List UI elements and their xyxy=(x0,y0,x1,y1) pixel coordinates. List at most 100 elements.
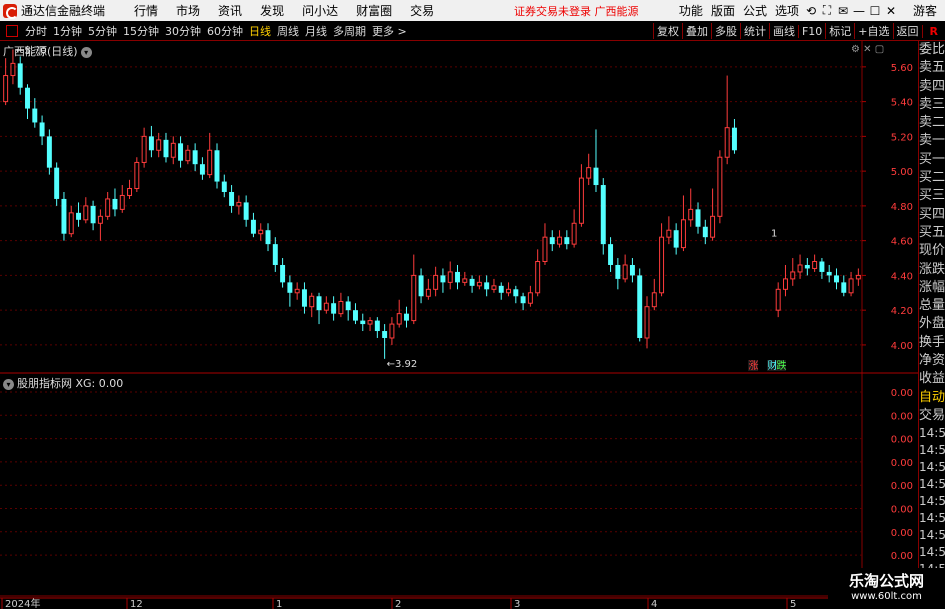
candle xyxy=(68,205,74,238)
candle-body xyxy=(622,264,628,280)
candle-body xyxy=(775,288,781,311)
time-tick-label: 5 xyxy=(790,599,796,609)
menu-item-market[interactable]: 市场 xyxy=(167,2,209,19)
tool-back[interactable]: 返回 xyxy=(892,23,922,39)
tool-overlay[interactable]: 叠加 xyxy=(681,23,711,39)
chart-window-tools[interactable]: ⚙ ✕ ▢ xyxy=(851,44,884,55)
candle-body xyxy=(841,282,847,293)
kline-chart[interactable]: 5.60 5.40 5.20 5.00 4.80 4.60 4.40 4.20 4.00 0.0… xyxy=(0,41,918,609)
chart-type-icon[interactable] xyxy=(6,24,18,37)
candle-body xyxy=(316,296,322,311)
period-weekly[interactable]: 周线 xyxy=(274,23,302,39)
candle xyxy=(491,278,497,293)
tool-add-watchlist[interactable]: +自选 xyxy=(854,23,892,39)
menu-item-wealth[interactable]: 财富圈 xyxy=(347,2,401,19)
time-axis: 2024年 12 1 2 3 4 5 xyxy=(0,597,862,609)
candle xyxy=(250,212,256,238)
candle-body xyxy=(695,209,701,227)
candle-body xyxy=(608,244,614,265)
candle xyxy=(367,317,373,332)
period-60min[interactable]: 60分钟 xyxy=(204,23,246,39)
menu-item-ask[interactable]: 问小达 xyxy=(293,2,347,19)
period-toolbar: 分时 1分钟 5分钟 15分钟 30分钟 60分钟 日线 周线 月线 多周期 更… xyxy=(0,21,945,41)
period-tick[interactable]: 分时 xyxy=(22,23,50,39)
candle-body xyxy=(221,181,227,192)
period-multi[interactable]: 多周期 xyxy=(330,23,369,39)
maximize-icon[interactable]: ☐ xyxy=(867,4,883,18)
tab-trade[interactable]: 交易 xyxy=(919,407,945,425)
watermark: 乐淘公式网 www.60lt.com xyxy=(828,568,945,609)
candle-body xyxy=(542,236,548,263)
candle xyxy=(25,84,30,119)
menu-item-trade[interactable]: 交易 xyxy=(401,2,443,19)
tab-auto[interactable]: 自动 xyxy=(919,389,945,407)
candle xyxy=(148,125,154,158)
menu-options[interactable]: 选项 xyxy=(771,2,803,19)
tool-multi-stock[interactable]: 多股 xyxy=(710,23,740,39)
candle-body xyxy=(360,320,366,325)
indicator-tick-label: 0.00 xyxy=(891,528,913,539)
candle xyxy=(637,268,643,342)
menu-function[interactable]: 功能 xyxy=(675,2,707,19)
label-net-asset: 净资 xyxy=(919,353,945,369)
candle-body xyxy=(702,226,708,238)
candle xyxy=(571,209,577,248)
candle xyxy=(717,150,723,224)
guest-user[interactable]: 游客 xyxy=(909,2,945,19)
menu-formula[interactable]: 公式 xyxy=(739,2,771,19)
candle-body xyxy=(214,150,220,182)
candle xyxy=(447,261,453,290)
menu-item-discover[interactable]: 发现 xyxy=(251,2,293,19)
candle xyxy=(396,299,402,328)
period-1min[interactable]: 1分钟 xyxy=(50,23,85,39)
chevron-down-icon[interactable]: ▾ xyxy=(3,379,14,390)
fullscreen-icon[interactable]: ⛶ xyxy=(819,3,835,18)
tool-mark[interactable]: 标记 xyxy=(825,23,854,39)
menu-layout[interactable]: 版面 xyxy=(707,2,739,19)
candle xyxy=(331,296,337,321)
candle xyxy=(542,223,548,265)
candle xyxy=(141,127,147,168)
mail-icon[interactable]: ✉ xyxy=(835,4,851,18)
period-daily[interactable]: 日线 xyxy=(246,23,274,39)
label-committee-ratio: 委比 xyxy=(919,42,945,57)
tool-draw[interactable]: 画线 xyxy=(768,23,798,39)
period-15min[interactable]: 15分钟 xyxy=(120,23,162,39)
period-monthly[interactable]: 月线 xyxy=(302,23,330,39)
candle xyxy=(549,230,555,252)
candle-body xyxy=(83,205,89,221)
chevron-down-icon[interactable]: ▾ xyxy=(80,47,92,58)
candle-body xyxy=(629,264,635,276)
period-30min[interactable]: 30分钟 xyxy=(162,23,204,39)
tool-f10[interactable]: F10 xyxy=(797,24,825,38)
period-more[interactable]: 更多 > xyxy=(369,23,410,39)
candle-body xyxy=(25,87,30,109)
tool-stats[interactable]: 统计 xyxy=(739,23,769,39)
candle-body xyxy=(141,135,147,163)
top-right-controls: 功能 版面 公式 选项 ⟲ ⛶ ✉ — ☐ ✕ 游客 xyxy=(675,0,945,21)
candle-body xyxy=(105,198,111,217)
candle-body xyxy=(46,136,52,168)
candle-body xyxy=(389,323,395,339)
candle-body xyxy=(666,229,672,238)
menu-item-news[interactable]: 资讯 xyxy=(209,2,251,19)
candle xyxy=(323,296,329,314)
indicator-title[interactable]: ▾ 股朋指标网 XG: 0.00 xyxy=(3,375,123,391)
close-icon[interactable]: ✕ xyxy=(883,4,899,18)
candle-body xyxy=(826,271,832,276)
menu-item-quotes[interactable]: 行情 xyxy=(125,2,167,19)
refresh-icon[interactable]: ⟲ xyxy=(803,4,819,18)
r-mark[interactable]: R xyxy=(921,24,945,38)
trade-login-notice[interactable]: 证券交易未登录 广西能源 xyxy=(514,3,639,19)
minimize-icon[interactable]: — xyxy=(851,4,867,18)
candle xyxy=(644,296,650,349)
tool-adjust[interactable]: 复权 xyxy=(652,23,682,39)
candle xyxy=(855,268,861,286)
watermark-url: www.60lt.com xyxy=(851,591,922,602)
candle-body xyxy=(571,222,577,245)
candle xyxy=(695,202,701,234)
candle-body xyxy=(331,303,337,314)
period-5min[interactable]: 5分钟 xyxy=(85,23,120,39)
candle xyxy=(826,264,832,283)
stock-title[interactable]: 广西能源(日线) ▾ xyxy=(3,43,92,59)
